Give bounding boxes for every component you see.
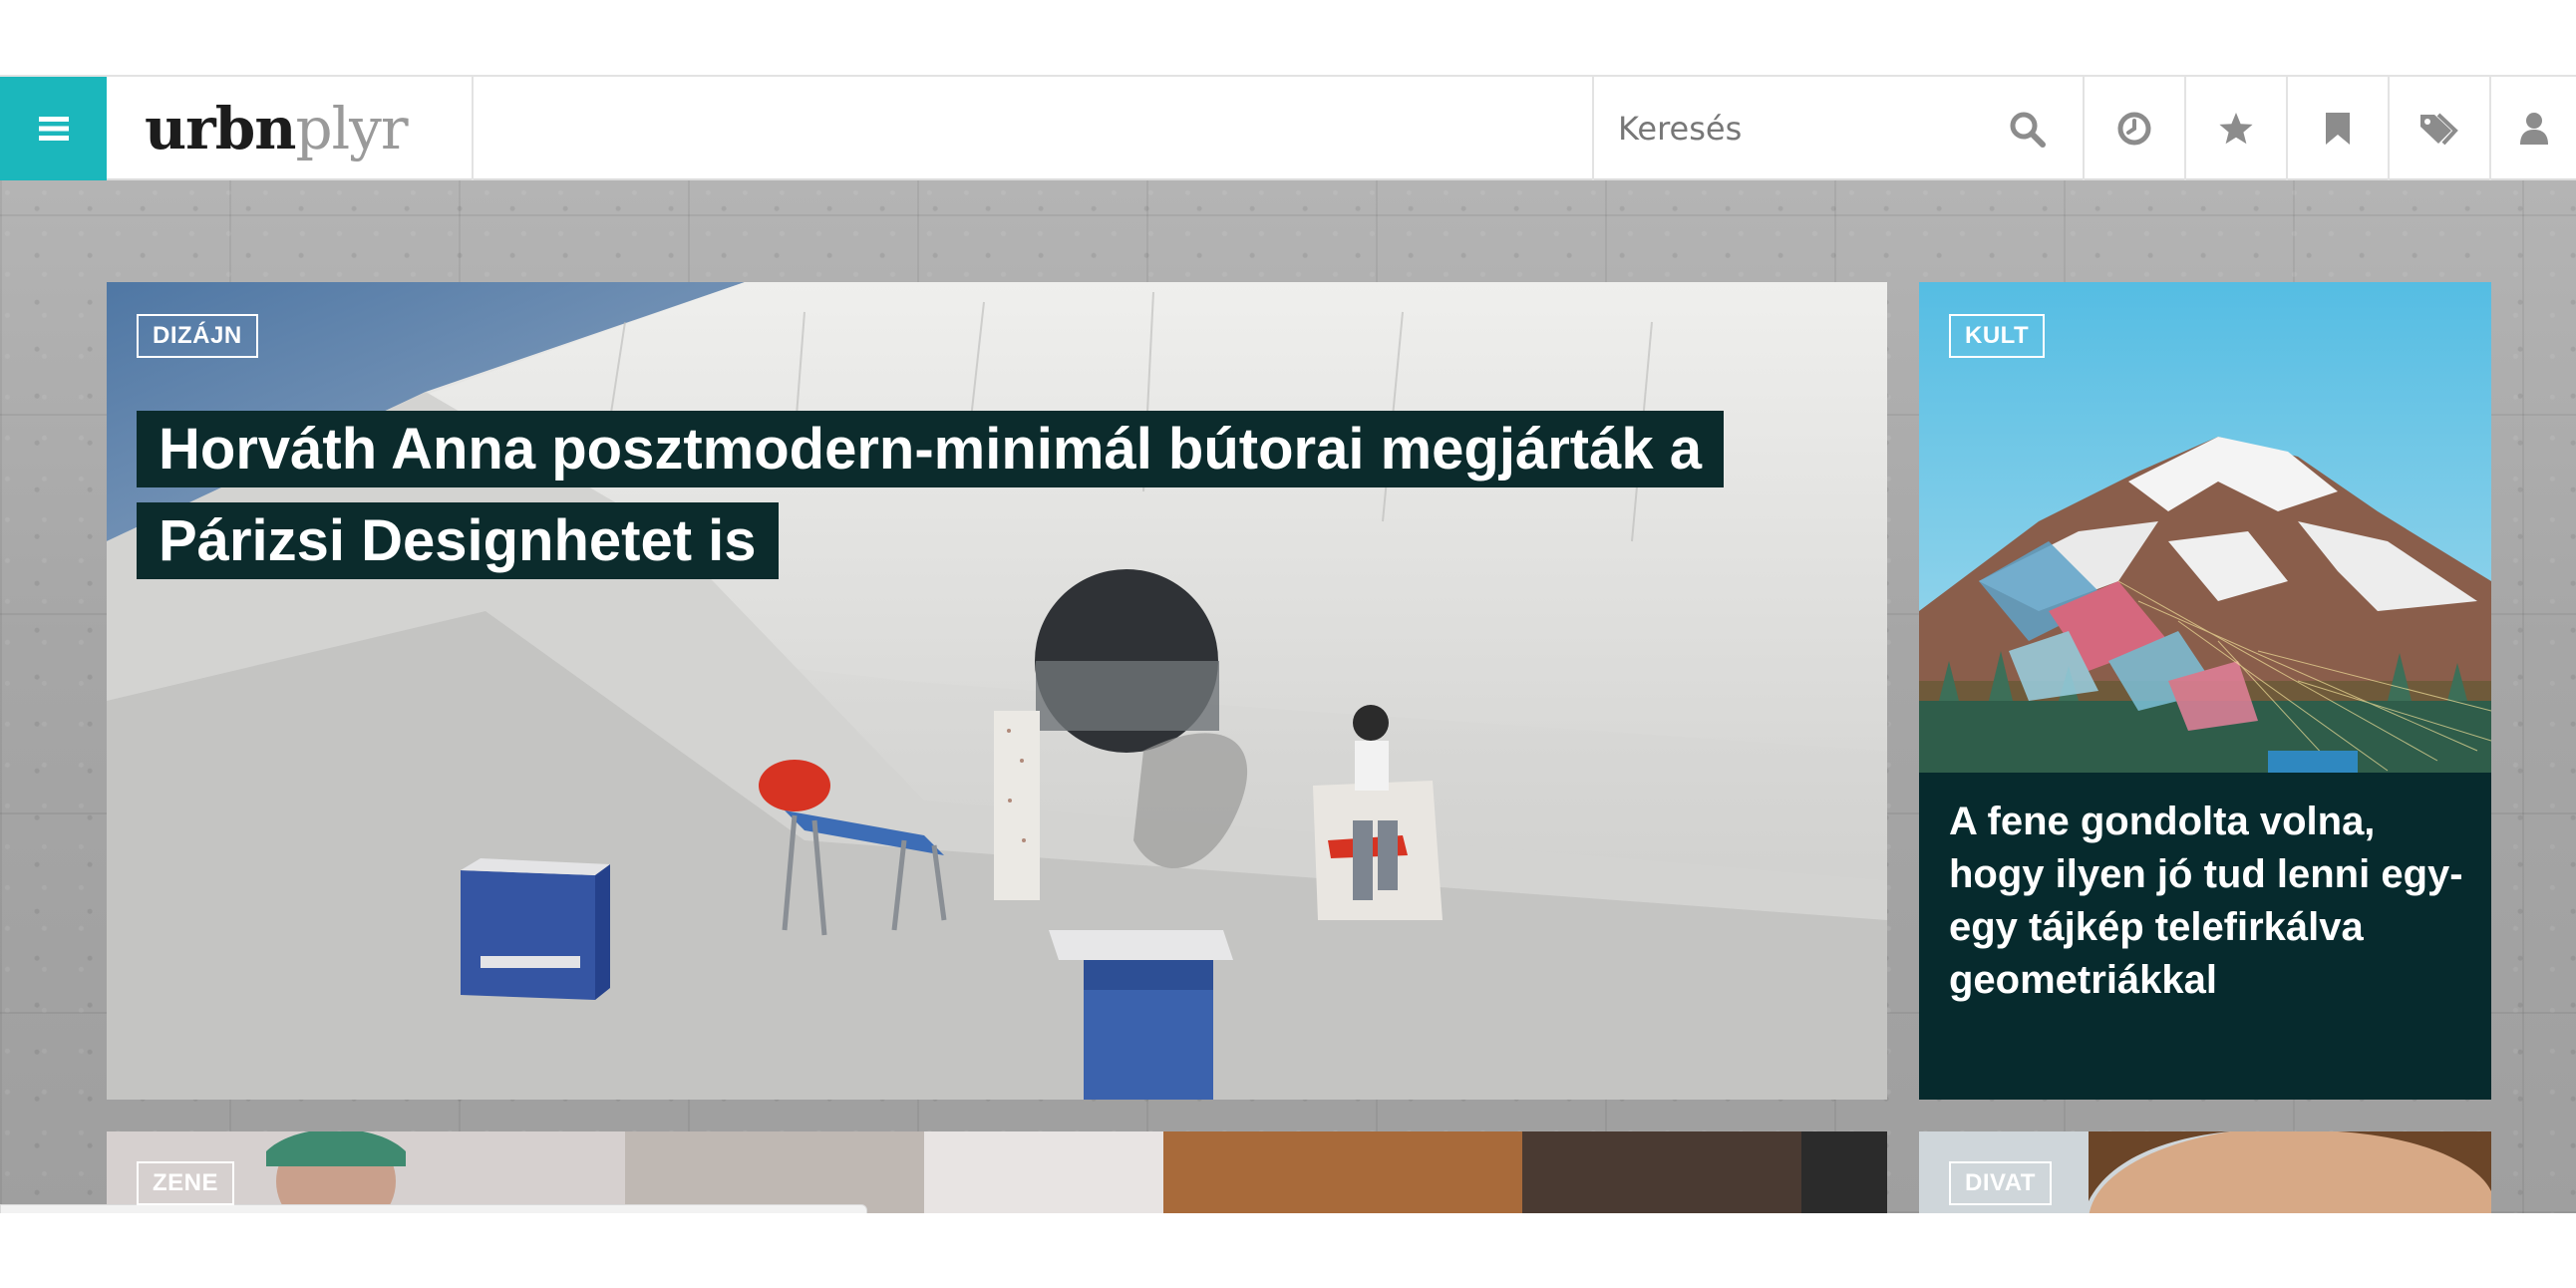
bookmark-icon [2326,113,2350,145]
logo-link[interactable]: urbnplyr [107,77,474,180]
search-input[interactable] [1594,77,1993,180]
featured-headline[interactable]: Horváth Anna posztmodern-minimál bútorai… [137,411,1724,579]
logo-light-part: plyr [295,95,408,162]
favorites-button[interactable] [2186,77,2288,180]
site-header: urbnplyr [0,75,2576,180]
site-logo: urbnplyr [145,100,409,158]
search-icon[interactable] [2009,111,2047,149]
search-box [1592,77,2085,180]
category-tag[interactable]: DIZÁJN [137,314,258,358]
logo-dark-part: urbn [145,95,296,162]
category-tag[interactable]: DIVAT [1949,1161,2052,1205]
menu-button[interactable] [0,77,107,180]
tag-icon [2420,113,2458,146]
category-tag[interactable]: ZENE [137,1161,235,1205]
history-button[interactable] [2085,77,2186,180]
music-article-image [107,1131,1887,1213]
featured-headline-wrap: Horváth Anna posztmodern-minimál bútorai… [137,404,1831,587]
tags-button[interactable] [2390,77,2491,180]
user-icon [2519,113,2548,145]
star-icon [2219,113,2253,145]
article-card-fashion[interactable]: DIVAT [1919,1131,2491,1213]
article-card-music[interactable]: ZENE [107,1131,1887,1213]
saved-button[interactable] [2288,77,2390,180]
side-article-card[interactable]: KULT A fene gondolta volna, hogy ilyen j… [1919,282,2491,1100]
account-button[interactable] [2491,77,2576,180]
menu-icon [38,117,69,141]
clock-icon [2117,112,2151,146]
side-headline[interactable]: A fene gondolta volna, hogy ilyen jó tud… [1949,796,2467,1007]
category-tag[interactable]: KULT [1949,314,2046,358]
page-bottom-area [0,1213,2576,1288]
featured-article-card[interactable]: DIZÁJN Horváth Anna posztmodern-minimál … [107,282,1887,1100]
